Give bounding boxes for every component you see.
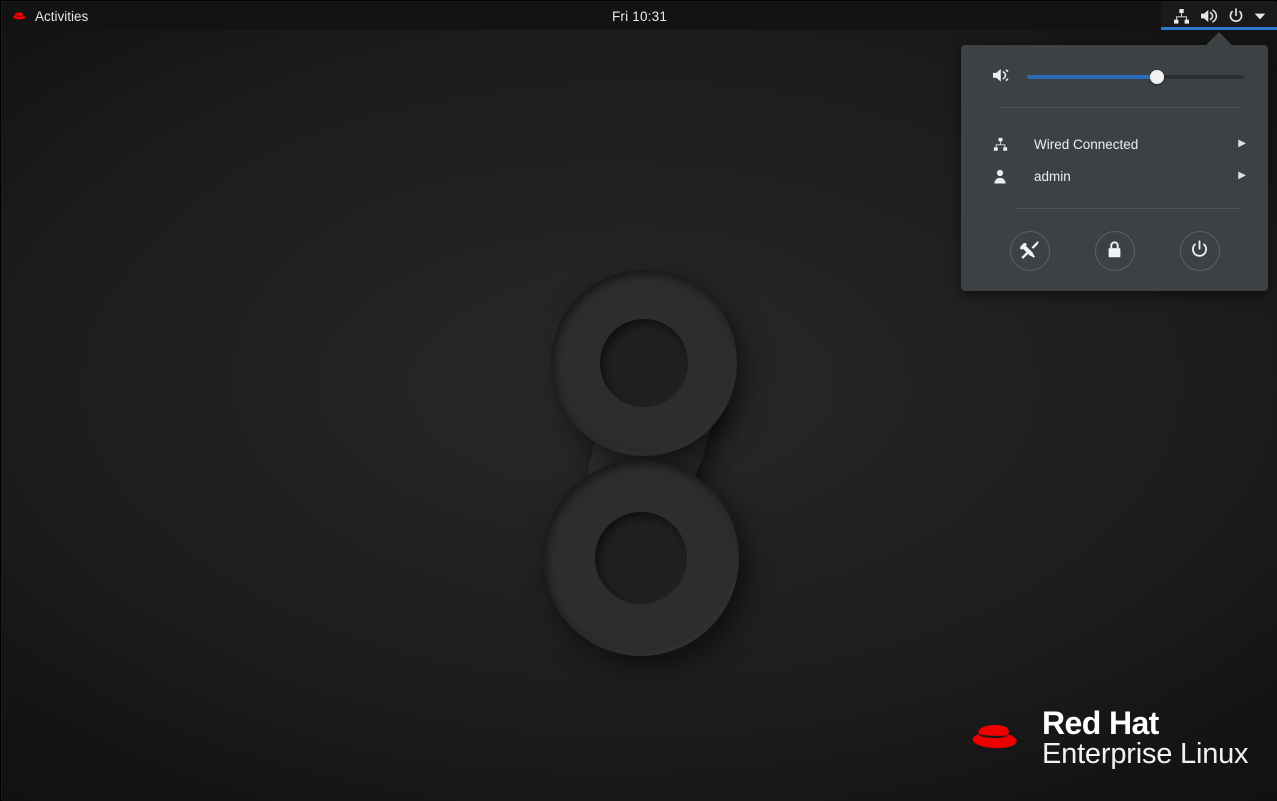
brand-line-1: Red Hat: [1042, 705, 1159, 741]
numeral-top-hole: [600, 319, 688, 407]
menu-item-network[interactable]: Wired Connected ▶: [992, 128, 1250, 160]
numeral-bottom-hole: [595, 512, 687, 604]
volume-icon[interactable]: [1200, 8, 1218, 24]
status-menu-pointer: [1206, 32, 1232, 45]
numeral-top-ring: [551, 270, 737, 456]
brand-line-2: Enterprise Linux: [1042, 738, 1249, 770]
menu-separator-bottom: [1016, 208, 1240, 209]
numeral-bottom-ring: [543, 460, 739, 656]
redhat-fedora-icon: [11, 10, 28, 23]
menu-item-user[interactable]: admin ▶: [992, 160, 1250, 192]
clock-button[interactable]: Fri 10:31: [560, 9, 720, 24]
top-bar: Activities Fri 10:31: [2, 2, 1277, 30]
menu-item-user-label: admin: [1034, 168, 1071, 184]
activities-button[interactable]: Activities: [2, 2, 100, 30]
volume-row: [961, 45, 1268, 87]
lock-button[interactable]: [1094, 231, 1135, 271]
menu-item-network-label: Wired Connected: [1034, 136, 1139, 152]
volume-slider-handle[interactable]: [1150, 70, 1165, 84]
chevron-right-icon: ▶: [1238, 138, 1246, 149]
system-status-area-button[interactable]: [1161, 2, 1277, 30]
chevron-right-icon: ▶: [1238, 170, 1246, 181]
user-icon: [992, 169, 1008, 184]
lock-icon: [1106, 240, 1123, 262]
rhel-branding: Red Hat Enterprise Linux: [966, 705, 1249, 770]
wallpaper-8-numeral: [537, 270, 747, 660]
settings-tools-icon: [1019, 240, 1040, 263]
settings-button[interactable]: [1009, 231, 1050, 271]
chevron-down-icon[interactable]: [1254, 12, 1266, 21]
power-icon: [1190, 240, 1209, 262]
menu-action-buttons: [961, 231, 1268, 271]
wired-network-icon[interactable]: [1173, 8, 1190, 25]
menu-separator-top: [1001, 107, 1240, 108]
volume-slider-fill: [1027, 75, 1158, 79]
brand-text: Red Hat Enterprise Linux: [1042, 705, 1249, 770]
wired-network-icon: [992, 137, 1008, 152]
redhat-fedora-logo: [966, 712, 1028, 765]
desktop: Red Hat Enterprise Linux Activities Fri …: [0, 0, 1277, 801]
activities-label: Activities: [35, 8, 89, 24]
volume-slider[interactable]: [1027, 70, 1244, 84]
status-menu: Wired Connected ▶ admin ▶: [961, 45, 1268, 291]
power-icon[interactable]: [1228, 8, 1244, 24]
power-button[interactable]: [1179, 231, 1220, 271]
volume-medium-icon[interactable]: [992, 67, 1011, 87]
